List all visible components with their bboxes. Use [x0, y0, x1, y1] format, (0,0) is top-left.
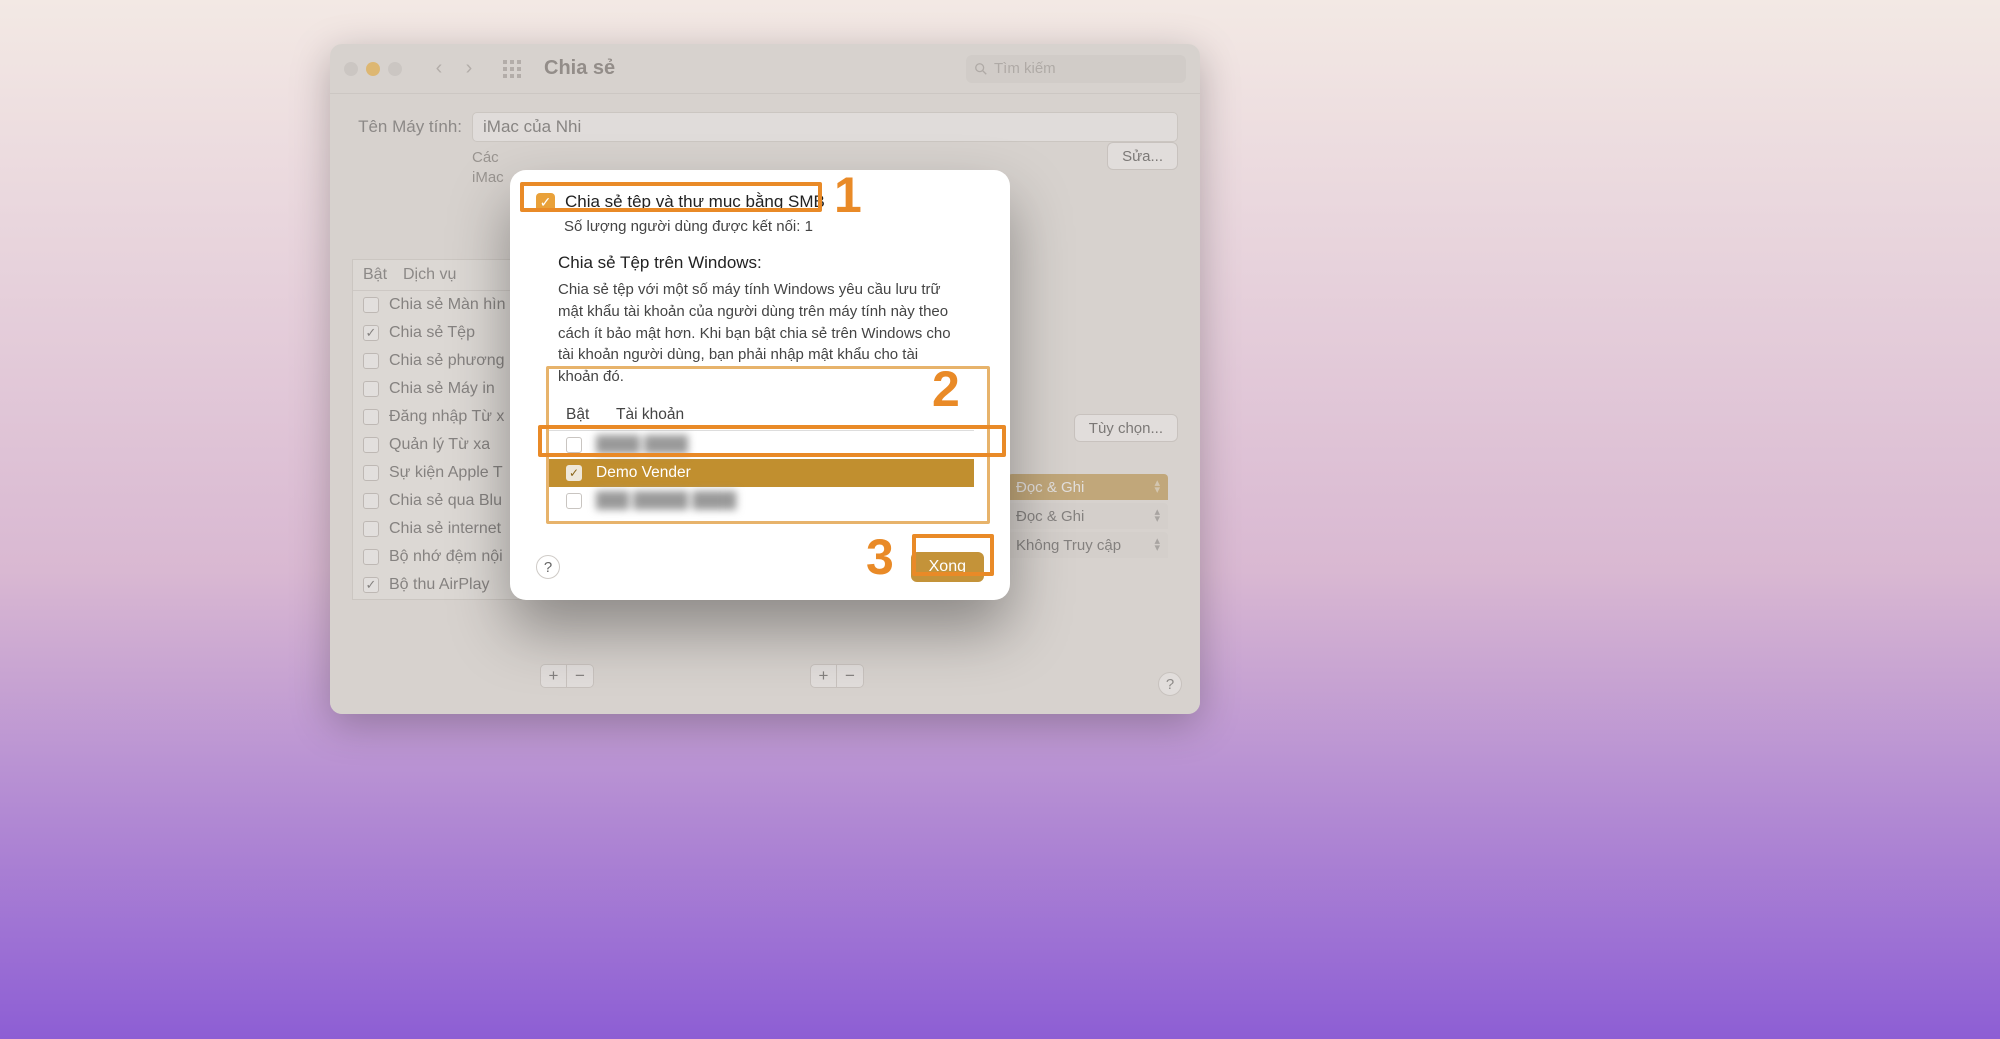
service-row[interactable]: Chia sẻ Máy in	[353, 375, 532, 403]
smb-options-sheet: Chia sẻ tệp và thư mục bằng SMB Số lượng…	[510, 170, 1010, 600]
done-button[interactable]: Xong	[911, 552, 984, 582]
edit-button[interactable]: Sửa...	[1107, 142, 1178, 170]
show-all-icon[interactable]	[502, 59, 522, 79]
stepper-icon: ▴▾	[1154, 480, 1160, 494]
service-row[interactable]: Chia sẻ phương	[353, 347, 532, 375]
accounts-col-on: Bật	[566, 406, 616, 424]
search-input[interactable]: Tìm kiếm	[966, 55, 1186, 83]
search-icon	[974, 62, 988, 76]
computer-name-field[interactable]: iMac của Nhi	[472, 112, 1178, 142]
services-col-name: Dịch vụ	[403, 266, 456, 284]
add-folder-button[interactable]: +	[540, 664, 567, 688]
account-name: Demo Vender	[596, 464, 691, 482]
service-checkbox[interactable]	[363, 353, 379, 369]
help-button[interactable]: ?	[1158, 672, 1182, 696]
service-row[interactable]: Bộ nhớ đệm nội	[353, 543, 532, 571]
service-row[interactable]: Bộ thu AirPlay	[353, 571, 532, 599]
smb-checkbox[interactable]	[536, 193, 555, 212]
permission-row[interactable]: Đọc & Ghi ▴▾	[1008, 503, 1168, 529]
permission-row[interactable]: Đọc & Ghi ▴▾	[1008, 474, 1168, 500]
users-add-remove: + −	[810, 664, 864, 688]
search-placeholder: Tìm kiếm	[994, 60, 1056, 77]
service-label: Bộ nhớ đệm nội	[389, 548, 503, 566]
services-table: Bật Dịch vụ Chia sẻ Màn hìn Chia sẻ Tệp Ch…	[352, 259, 532, 600]
service-row[interactable]: Sự kiện Apple T	[353, 459, 532, 487]
service-row[interactable]: Chia sẻ qua Blu	[353, 487, 532, 515]
service-checkbox[interactable]	[363, 577, 379, 593]
services-col-on: Bật	[363, 266, 403, 284]
permissions-list: Đọc & Ghi ▴▾ Đọc & Ghi ▴▾ Không Truy cập ▴▾	[1008, 474, 1168, 558]
connected-count: Số lượng người dùng được kết nối: 1	[564, 218, 984, 235]
service-row[interactable]: Đăng nhập Từ x	[353, 403, 532, 431]
windows-sharing-desc: Chia sẻ tệp với một số máy tính Windows …	[558, 279, 962, 388]
service-label: Sự kiện Apple T	[389, 464, 503, 482]
account-name: ████ ████	[596, 436, 688, 454]
service-label: Quản lý Từ xa	[389, 436, 490, 454]
account-checkbox[interactable]	[566, 437, 582, 453]
service-label: Chia sẻ internet	[389, 520, 501, 538]
permission-row[interactable]: Không Truy cập ▴▾	[1008, 532, 1168, 558]
service-label: Chia sẻ Màn hìn	[389, 296, 506, 314]
traffic-lights	[344, 62, 402, 76]
forward-button[interactable]: ›	[456, 56, 482, 82]
service-row[interactable]: Chia sẻ Màn hìn	[353, 291, 532, 319]
minimize-dot[interactable]	[366, 62, 380, 76]
accounts-table: Bật Tài khoản ████ ████ Demo Vender ███ ██…	[546, 400, 974, 550]
zoom-dot[interactable]	[388, 62, 402, 76]
titlebar: ‹ › Chia sẻ Tìm kiếm	[330, 44, 1200, 94]
service-label: Chia sẻ Máy in	[389, 380, 495, 398]
remove-user-button[interactable]: −	[837, 664, 864, 688]
stepper-icon: ▴▾	[1154, 538, 1160, 552]
account-checkbox[interactable]	[566, 493, 582, 509]
back-button[interactable]: ‹	[426, 56, 452, 82]
remove-folder-button[interactable]: −	[567, 664, 594, 688]
permission-label: Đọc & Ghi	[1016, 508, 1084, 525]
account-checkbox[interactable]	[566, 465, 582, 481]
service-checkbox[interactable]	[363, 409, 379, 425]
account-row[interactable]: ███ █████ ████	[546, 487, 974, 515]
service-label: Đăng nhập Từ x	[389, 408, 504, 426]
windows-sharing-title: Chia sẻ Tệp trên Windows:	[558, 253, 984, 273]
service-label: Chia sẻ qua Blu	[389, 492, 502, 510]
service-row[interactable]: Quản lý Từ xa	[353, 431, 532, 459]
service-label: Bộ thu AirPlay	[389, 576, 490, 594]
computer-name-label: Tên Máy tính:	[352, 117, 462, 137]
account-row[interactable]: Demo Vender	[546, 459, 974, 487]
service-label: Chia sẻ Tệp	[389, 324, 475, 342]
service-checkbox[interactable]	[363, 465, 379, 481]
account-row[interactable]: ████ ████	[546, 431, 974, 459]
accounts-col-name: Tài khoản	[616, 406, 684, 424]
service-checkbox[interactable]	[363, 381, 379, 397]
service-checkbox[interactable]	[363, 549, 379, 565]
add-user-button[interactable]: +	[810, 664, 837, 688]
service-label: Chia sẻ phương	[389, 352, 505, 370]
sheet-help-button[interactable]: ?	[536, 555, 560, 579]
account-name: ███ █████ ████	[596, 492, 736, 510]
permission-label: Đọc & Ghi	[1016, 479, 1084, 496]
service-checkbox[interactable]	[363, 437, 379, 453]
close-dot[interactable]	[344, 62, 358, 76]
nav-buttons: ‹ ›	[426, 56, 482, 82]
options-button[interactable]: Tùy chọn...	[1074, 414, 1178, 442]
service-checkbox[interactable]	[363, 325, 379, 341]
service-checkbox[interactable]	[363, 297, 379, 313]
service-row[interactable]: Chia sẻ internet	[353, 515, 532, 543]
permission-label: Không Truy cập	[1016, 537, 1121, 554]
service-checkbox[interactable]	[363, 493, 379, 509]
folders-add-remove: + −	[540, 664, 594, 688]
service-row[interactable]: Chia sẻ Tệp	[353, 319, 532, 347]
stepper-icon: ▴▾	[1154, 509, 1160, 523]
window-title: Chia sẻ	[544, 57, 615, 80]
service-checkbox[interactable]	[363, 521, 379, 537]
smb-label: Chia sẻ tệp và thư mục bằng SMB	[565, 192, 825, 212]
